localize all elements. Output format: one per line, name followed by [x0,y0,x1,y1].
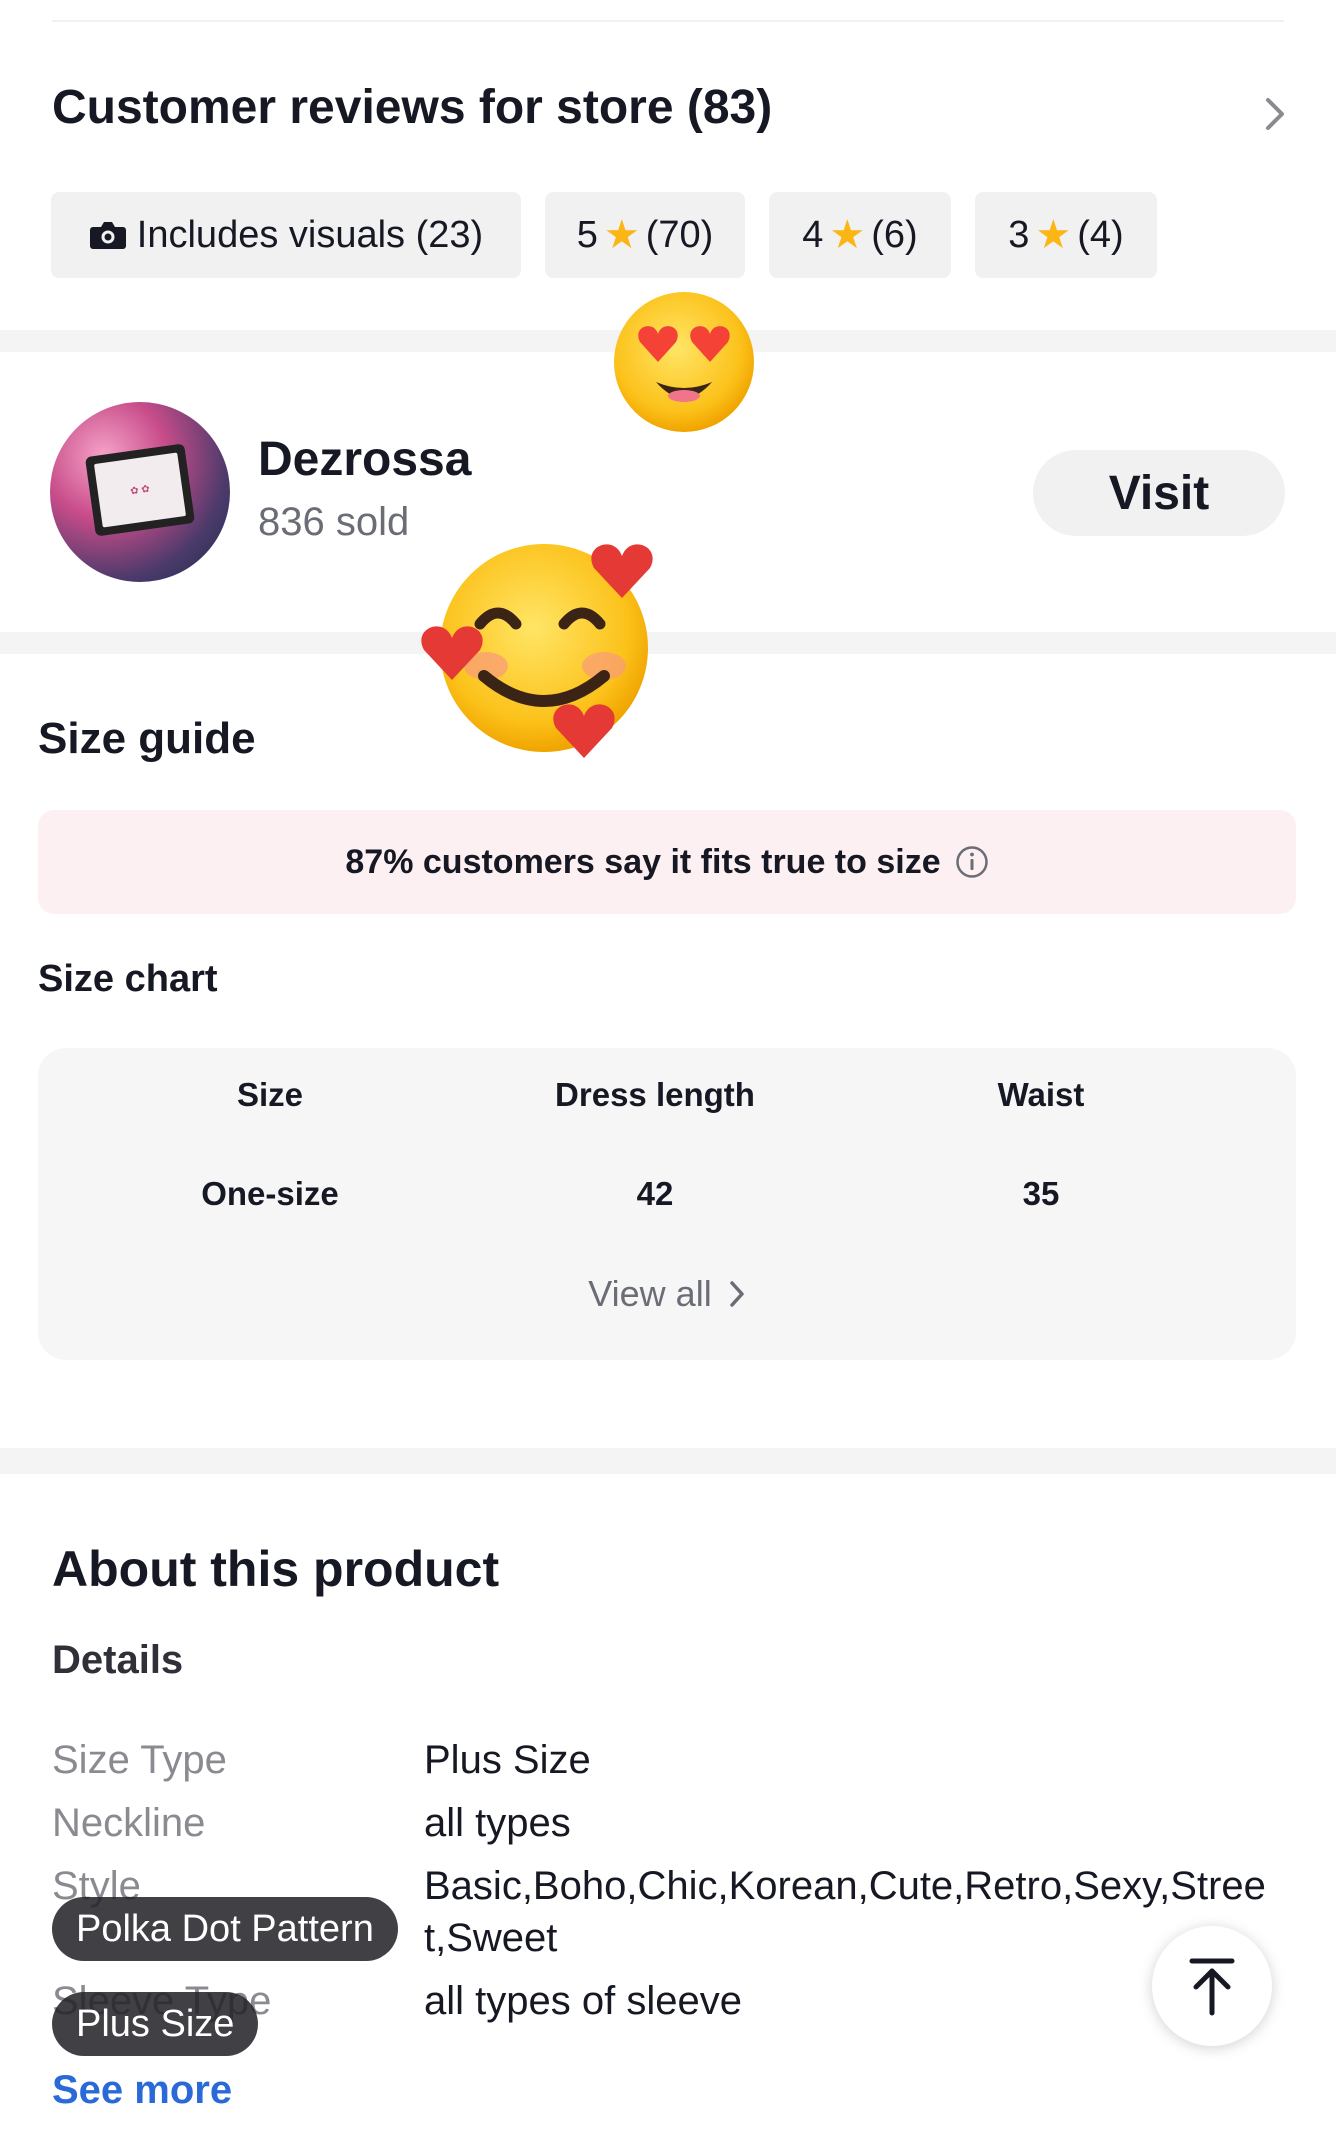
chip-rating: 3 [1008,213,1030,256]
details-title: Details [52,1638,184,1682]
store-sold-count: 836 sold [258,500,410,544]
spec-value: Plus Size [424,1738,591,1782]
back-to-top-button[interactable] [1152,1926,1272,2046]
column-header: Size [236,1076,304,1113]
camera-icon [89,222,126,249]
size-chart-title: Size chart [38,958,218,1000]
star-icon: ★ [1035,213,1072,257]
chip-rating: 5 [576,213,598,256]
chip-rating: 4 [802,213,824,256]
section-divider [0,1448,1336,1474]
about-title: About this product [52,1541,500,1597]
top-divider [52,20,1284,22]
visit-store-button[interactable]: Visit [1033,450,1285,536]
arrow-up-icon [1189,1958,1235,2016]
see-more-link[interactable]: See more [52,2068,232,2113]
spec-value: Basic,Boho,Chic,Korean,Cute,Retro,Sexy,S… [424,1864,1266,1960]
table-cell: One-size [201,1175,339,1212]
chevron-right-icon[interactable] [1262,96,1290,132]
spec-key: Neckline [52,1801,206,1845]
filter-chip-3-star[interactable]: 3 ★ (4) [975,192,1157,278]
chip-count: (6) [871,213,918,256]
filter-chip-5-star[interactable]: 5 ★ (70) [545,192,745,278]
overlay-tag: Polka Dot Pattern [52,1897,398,1961]
fit-text: 87% customers say it fits true to size [345,842,941,881]
chip-count: (70) [645,213,714,256]
star-icon: ★ [829,213,866,257]
filter-chip-visuals[interactable]: Includes visuals (23) [51,192,521,278]
view-all-label: View all [588,1273,712,1314]
table-cell: 42 [636,1175,674,1212]
reviews-title[interactable]: Customer reviews for store (83) [52,80,772,135]
fit-banner[interactable]: 87% customers say it fits true to size [38,810,1296,914]
heart-eyes-emoji-icon [614,292,754,432]
spec-key: Size Type [52,1738,227,1782]
table-cell: 35 [1022,1175,1060,1212]
chevron-right-icon [729,1281,744,1307]
column-header: Waist [997,1076,1085,1113]
chip-count: (4) [1077,213,1124,256]
filter-chip-4-star[interactable]: 4 ★ (6) [769,192,951,278]
size-guide-title: Size guide [38,714,256,763]
info-icon[interactable] [955,845,989,879]
star-icon: ★ [603,213,640,257]
store-name[interactable]: Dezrossa [258,432,471,487]
spec-value: all types [424,1801,571,1845]
overlay-tag: Plus Size [52,1992,259,2056]
view-all-link[interactable]: View all [38,1273,1296,1315]
store-avatar[interactable]: ✿ ✿ [50,402,230,582]
column-header: Dress length [555,1076,755,1113]
size-chart-table: Size Dress length Waist One-size 42 35 V… [38,1048,1296,1360]
chip-label: Includes visuals (23) [136,213,484,256]
smiling-hearts-emoji-icon [421,544,653,758]
